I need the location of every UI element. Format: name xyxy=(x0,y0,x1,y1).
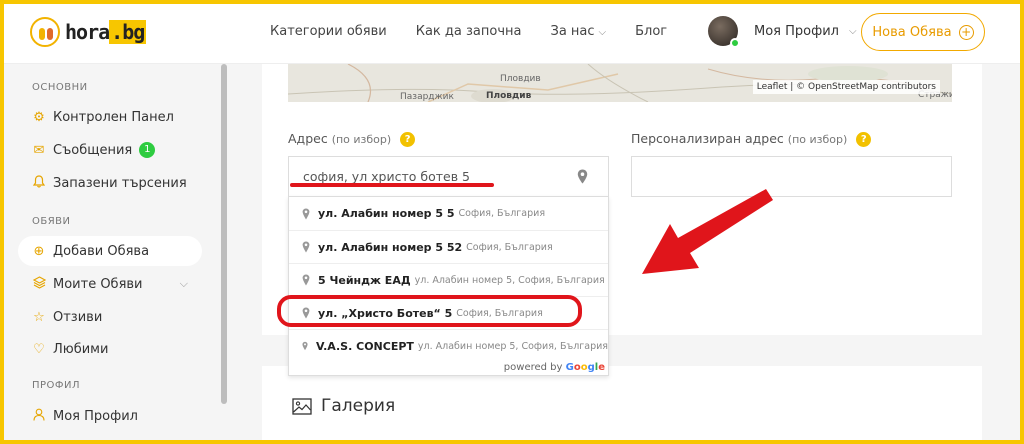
map-label: Пловдив xyxy=(500,74,541,84)
plus-circle-icon: ⊕ xyxy=(33,243,45,259)
suggestion-item[interactable]: V.A.S. CONCEPT ул. Алабин номер 5, София… xyxy=(289,329,608,362)
help-icon[interactable]: ? xyxy=(856,132,872,147)
annotation-highlight-oval xyxy=(277,295,582,327)
online-status-dot xyxy=(730,38,740,48)
location-map[interactable]: Пловдив Пазарджик Пловдив Стражица Leafl… xyxy=(288,64,952,102)
sidebar-section-profile: ПРОФИЛ xyxy=(32,380,81,391)
suggestion-item[interactable]: 5 Чейндж ЕАД ул. Алабин номер 5, София, … xyxy=(289,263,608,296)
sidebar-section-ads: ОБЯВИ xyxy=(32,216,71,227)
sidebar-item-profile[interactable]: Моя Профил xyxy=(18,401,202,431)
leaflet-link[interactable]: Leaflet xyxy=(757,82,788,92)
sidebar-item-label: Моя Профил xyxy=(53,408,138,424)
sidebar-item-favorites[interactable]: ♡ Любими xyxy=(18,334,202,364)
annotation-arrow xyxy=(642,189,773,274)
sidebar-item-label: Любими xyxy=(53,341,109,357)
nav-item-blog[interactable]: Блог xyxy=(635,24,667,39)
envelope-icon: ✉ xyxy=(33,142,45,158)
sidebar-section-main: ОСНОВНИ xyxy=(32,82,88,93)
user-icon xyxy=(32,408,46,425)
map-label: Пазарджик xyxy=(400,92,454,102)
main-nav: Категории обяви Как да започна За нас ⌵ Б… xyxy=(270,24,667,39)
logo-text: hora .bg xyxy=(65,20,147,44)
suggestion-item[interactable]: ул. Алабин номер 5 52 София, България xyxy=(289,230,608,263)
bell-icon xyxy=(32,174,46,192)
help-icon[interactable]: ? xyxy=(400,132,416,147)
chevron-down-icon: ⌵ xyxy=(848,25,857,37)
gallery-title: Галерия xyxy=(321,396,396,416)
nav-item-about[interactable]: За нас ⌵ xyxy=(550,24,606,39)
custom-address-label: Персонализиран адрес (по избор) ? xyxy=(631,131,872,147)
plus-circle-icon: + xyxy=(958,24,974,40)
annotation-underline xyxy=(290,183,494,187)
pin-icon xyxy=(302,341,308,351)
sidebar-item-label: Съобщения xyxy=(53,142,133,158)
heart-icon: ♡ xyxy=(33,341,45,357)
pin-icon xyxy=(302,241,310,253)
address-suggestions-dropdown: ул. Алабин номер 5 5 София, България ул.… xyxy=(288,196,609,376)
messages-count-badge: 1 xyxy=(139,142,156,158)
suggestion-item[interactable]: ул. Алабин номер 5 5 София, България xyxy=(289,197,608,230)
chevron-down-icon[interactable]: ⌵ xyxy=(180,277,188,291)
layers-icon xyxy=(32,275,46,293)
avatar xyxy=(708,16,740,48)
gallery-heading: Галерия xyxy=(292,396,395,416)
sidebar-item-label: Контролен Панел xyxy=(53,109,174,125)
sidebar-item-saved-searches[interactable]: Запазени търсения xyxy=(18,168,202,198)
sidebar-item-label: Запазени търсения xyxy=(53,175,187,191)
pin-icon xyxy=(302,274,310,286)
sidebar-item-label: Моите Обяви xyxy=(53,276,143,292)
new-ad-button[interactable]: Нова Обява + xyxy=(861,13,985,51)
address-input[interactable]: софия, ул христо ботев 5 xyxy=(288,156,609,197)
site-logo[interactable]: hora .bg xyxy=(30,14,147,50)
sidebar-item-my-ads[interactable]: Моите Обяви ⌵ xyxy=(18,269,202,299)
sidebar: ОСНОВНИ ⚙ Контролен Панел ✉ Съобщения 1 … xyxy=(4,64,227,444)
new-ad-label: Нова Обява xyxy=(872,24,952,40)
sidebar-scrollbar[interactable] xyxy=(221,64,227,404)
image-icon xyxy=(292,397,312,415)
gear-icon: ⚙ xyxy=(33,109,45,125)
site-header: hora .bg Категории обяви Как да започна З… xyxy=(0,0,1024,64)
nav-item-categories[interactable]: Категории обяви xyxy=(270,24,387,39)
sidebar-item-dashboard[interactable]: ⚙ Контролен Панел xyxy=(18,102,202,132)
chevron-down-icon: ⌵ xyxy=(598,27,607,38)
profile-name: Моя Профил xyxy=(754,23,839,39)
pin-icon xyxy=(302,208,310,219)
map-attribution: Leaflet | © OpenStreetMap contributors xyxy=(752,80,940,94)
sidebar-item-label: Добави Обява xyxy=(53,243,150,259)
sidebar-item-label: Отзиви xyxy=(53,309,103,325)
location-pin-icon[interactable] xyxy=(577,169,588,187)
osm-attribution: | © OpenStreetMap contributors xyxy=(790,82,936,92)
map-label: Пловдив xyxy=(486,91,532,101)
address-input-value: софия, ул христо ботев 5 xyxy=(303,169,471,184)
profile-menu[interactable]: Моя Профил ⌵ xyxy=(708,16,857,48)
logo-icon xyxy=(30,17,60,47)
sidebar-item-add-ad[interactable]: ⊕ Добави Обява xyxy=(18,236,202,266)
powered-by-google: powered by Google xyxy=(503,362,605,373)
nav-item-how-to-start[interactable]: Как да започна xyxy=(416,24,522,39)
sidebar-item-reviews[interactable]: ☆ Отзиви xyxy=(18,302,202,332)
address-label: Адрес (по избор) ? xyxy=(288,131,416,147)
star-icon: ☆ xyxy=(33,309,45,325)
sidebar-item-messages[interactable]: ✉ Съобщения 1 xyxy=(18,135,202,165)
